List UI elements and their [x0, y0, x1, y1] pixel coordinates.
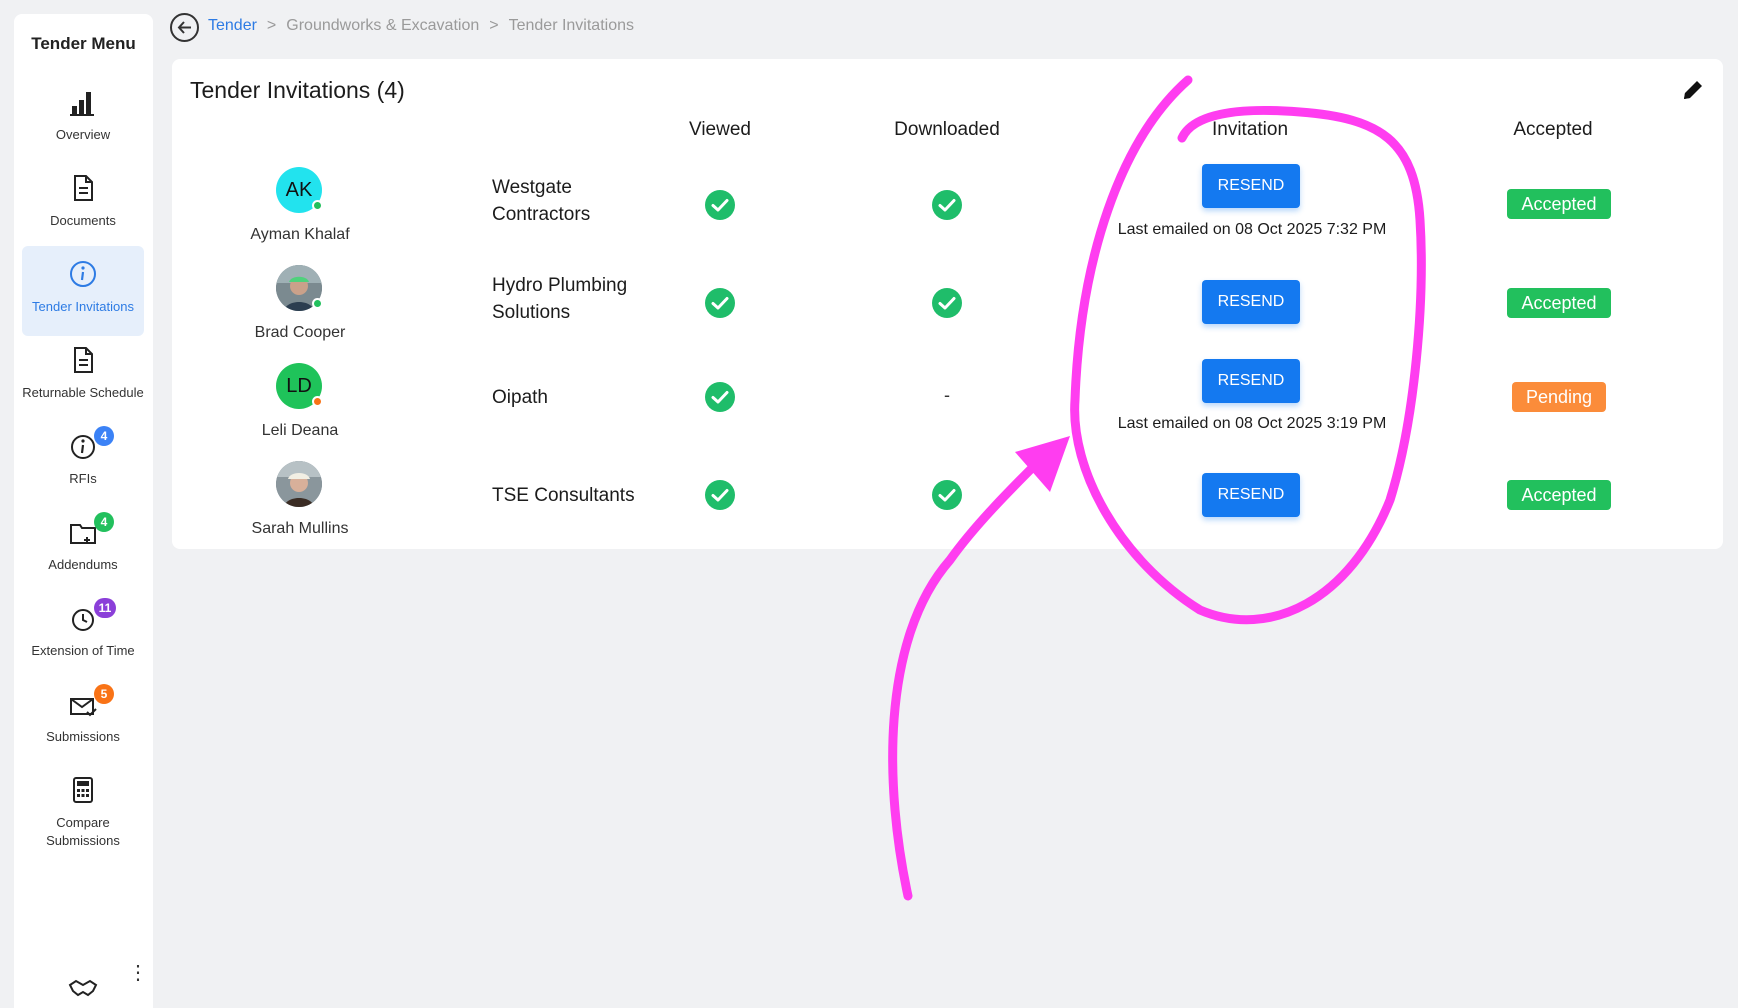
- sidebar-item-rfis[interactable]: 4 RFIs: [22, 418, 144, 508]
- breadcrumb-groundworks[interactable]: Groundworks & Excavation: [286, 17, 479, 34]
- check-circle-icon: [705, 480, 735, 510]
- status-badge: Accepted: [1507, 288, 1611, 318]
- sidebar-item-label: Submissions: [46, 729, 120, 744]
- column-header-invitation: Invitation: [1211, 119, 1289, 140]
- check-circle-icon: [932, 190, 962, 220]
- sidebar-item-label: Returnable Schedule: [22, 385, 144, 400]
- sidebar-item-label: Extension of Time: [31, 643, 135, 658]
- arrow-left-icon: [177, 21, 191, 34]
- check-circle-icon: [932, 288, 962, 318]
- sidebar-item-compare-submissions[interactable]: Compare Submissions: [22, 762, 144, 852]
- breadcrumb-separator: >: [489, 17, 499, 34]
- column-header-viewed: Viewed: [689, 119, 751, 140]
- last-emailed-text: Last emailed on 08 Oct 2025 3:19 PM: [1117, 415, 1387, 432]
- sidebar-item-submissions[interactable]: 5 Submissions: [22, 676, 144, 766]
- table-row: LD Leli Deana Oipath - RESEND Last email…: [172, 359, 1723, 457]
- company-name: TSE Consultants: [492, 485, 635, 506]
- sidebar-item-returnable-schedule[interactable]: Returnable Schedule: [22, 332, 144, 422]
- sidebar-item-tender-invitations[interactable]: Tender Invitations: [22, 246, 144, 336]
- document-icon: [67, 172, 99, 204]
- sidebar-item-extension-of-time[interactable]: 11 Extension of Time: [22, 590, 144, 680]
- card-title: Tender Invitations (4): [190, 77, 405, 103]
- sidebar-item-overview[interactable]: Overview: [22, 74, 144, 164]
- avatar: AK: [276, 167, 323, 213]
- sidebar-item-label: Documents: [50, 213, 116, 228]
- sidebar-item-label: RFIs: [69, 471, 97, 486]
- addendums-count-badge: 4: [94, 512, 114, 532]
- table-row: AK Ayman Khalaf Westgate Contractors RES…: [172, 163, 1723, 261]
- bar-chart-icon: [67, 86, 99, 118]
- online-status-dot: [312, 200, 323, 211]
- tender-menu-sidebar: Tender Menu Overview Documents Tender In…: [14, 14, 153, 1008]
- person-name: Leli Deana: [261, 422, 339, 439]
- sidebar-item-handshake[interactable]: [22, 968, 144, 1008]
- check-circle-icon: [705, 288, 735, 318]
- company-name: Westgate Contractors: [492, 177, 591, 225]
- breadcrumb-current: Tender Invitations: [508, 17, 634, 34]
- person-name: Sarah Mullins: [251, 520, 349, 537]
- avatar: [276, 265, 323, 311]
- extension-count-badge: 11: [94, 598, 116, 618]
- breadcrumb: Tender > Groundworks & Excavation > Tender I…: [208, 17, 634, 35]
- table-row: Brad Cooper Hydro Plumbing Solutions RES…: [172, 261, 1723, 359]
- sidebar-item-label: Tender Invitations: [32, 299, 134, 314]
- check-circle-icon: [705, 190, 735, 220]
- last-emailed-text: Last emailed on 08 Oct 2025 7:32 PM: [1117, 221, 1387, 238]
- resend-button[interactable]: RESEND: [1202, 359, 1300, 403]
- resend-button[interactable]: RESEND: [1202, 473, 1300, 517]
- company-name: Hydro Plumbing Solutions: [492, 275, 628, 323]
- avatar: LD: [276, 363, 323, 409]
- status-badge: Accepted: [1507, 480, 1611, 510]
- person-photo-icon: [276, 461, 322, 507]
- tender-invitations-card: Tender Invitations (4) Viewed Downloaded…: [172, 59, 1723, 549]
- back-button[interactable]: [170, 13, 199, 42]
- resend-button[interactable]: RESEND: [1202, 164, 1300, 208]
- resend-button[interactable]: RESEND: [1202, 280, 1300, 324]
- rfis-count-badge: 4: [94, 426, 114, 446]
- edit-button[interactable]: [1680, 77, 1706, 103]
- online-status-dot: [312, 298, 323, 309]
- sidebar-item-label: Overview: [55, 127, 111, 142]
- sidebar-item-label: Addendums: [48, 557, 118, 572]
- column-header-accepted: Accepted: [1513, 119, 1593, 140]
- status-badge: Accepted: [1507, 189, 1611, 219]
- person-name: Brad Cooper: [254, 324, 346, 341]
- pencil-icon: [1684, 81, 1702, 99]
- check-circle-icon: [705, 382, 735, 412]
- not-downloaded-dash: -: [944, 385, 950, 405]
- status-badge: Pending: [1512, 382, 1606, 412]
- document-icon: [67, 344, 99, 376]
- breadcrumb-separator: >: [266, 17, 277, 34]
- away-status-dot: [312, 396, 323, 407]
- avatar-initials: LD: [286, 375, 312, 397]
- check-circle-icon: [932, 480, 962, 510]
- info-icon: [67, 258, 99, 290]
- avatar-initials: AK: [285, 179, 313, 201]
- calculator-icon: [67, 774, 99, 806]
- sidebar-item-documents[interactable]: Documents: [22, 160, 144, 250]
- handshake-icon: [67, 972, 99, 1004]
- sidebar-item-addendums[interactable]: 4 Addendums: [22, 504, 144, 594]
- table-row: Sarah Mullins TSE Consultants RESEND Acc…: [172, 457, 1723, 555]
- column-header-downloaded: Downloaded: [894, 119, 1000, 140]
- person-name: Ayman Khalaf: [250, 226, 350, 243]
- submissions-count-badge: 5: [94, 684, 114, 704]
- avatar: [276, 461, 322, 507]
- sidebar-item-label: Compare Submissions: [46, 815, 120, 848]
- breadcrumb-tender[interactable]: Tender: [208, 17, 257, 34]
- sidebar-title: Tender Menu: [31, 34, 136, 53]
- more-options-icon[interactable]: ⋮: [128, 963, 148, 983]
- company-name: Oipath: [492, 387, 548, 408]
